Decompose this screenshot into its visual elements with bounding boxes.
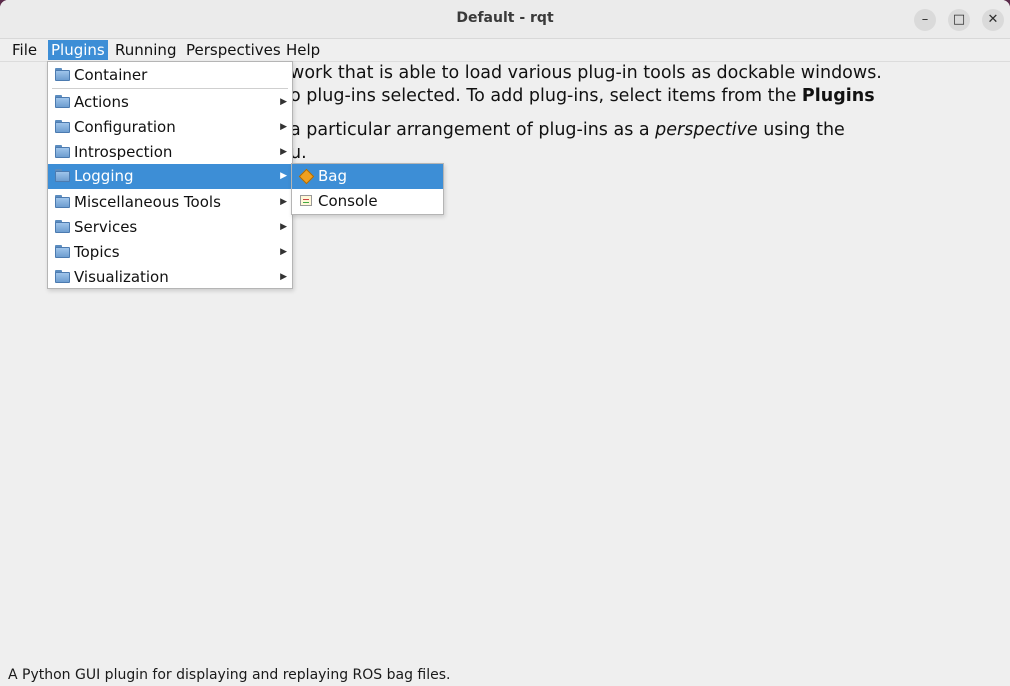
logging-submenu: Bag Console [291, 163, 444, 215]
menu-plugins[interactable]: Plugins [48, 40, 108, 60]
logging-menu-item-bag[interactable]: Bag [292, 164, 443, 189]
folder-icon [55, 95, 70, 108]
plugins-menu-item-actions[interactable]: Actions ▶ [48, 90, 292, 114]
maximize-button[interactable]: □ [948, 9, 970, 31]
plugins-menu-item-miscellaneous-tools[interactable]: Miscellaneous Tools ▶ [48, 190, 292, 214]
submenu-arrow-icon: ▶ [280, 272, 287, 282]
title-bar[interactable]: Default - rqt – □ ✕ [0, 0, 1010, 39]
plugins-menu-item-visualization[interactable]: Visualization ▶ [48, 265, 292, 289]
menu-help[interactable]: Help [283, 40, 323, 60]
plugins-menu-item-logging[interactable]: Logging ▶ [48, 164, 292, 189]
submenu-arrow-icon: ▶ [280, 147, 287, 157]
folder-icon [55, 270, 70, 283]
plugins-menu-item-topics[interactable]: Topics ▶ [48, 240, 292, 264]
menu-bar: File Plugins Running Perspectives Help [0, 39, 1010, 62]
folder-icon [55, 120, 70, 133]
plugins-menu-item-introspection[interactable]: Introspection ▶ [48, 140, 292, 164]
folder-icon [55, 68, 70, 81]
submenu-arrow-icon: ▶ [280, 197, 287, 207]
close-button[interactable]: ✕ [982, 9, 1004, 31]
plugins-menu-item-services[interactable]: Services ▶ [48, 215, 292, 239]
rqt-window: Default - rqt – □ ✕ File Plugins Running… [0, 0, 1010, 686]
plugins-menu-item-configuration[interactable]: Configuration ▶ [48, 115, 292, 139]
submenu-arrow-icon: ▶ [280, 97, 287, 107]
submenu-arrow-icon: ▶ [280, 122, 287, 132]
bag-icon [298, 168, 315, 185]
folder-icon [55, 145, 70, 158]
window-title: Default - rqt [456, 10, 554, 26]
console-icon [300, 195, 312, 206]
description-line-5: u. [290, 142, 307, 163]
plugins-menu-item-container[interactable]: Container [48, 63, 292, 87]
menu-file[interactable]: File [9, 40, 40, 60]
status-bar: A Python GUI plugin for displaying and r… [0, 664, 1010, 686]
status-text: A Python GUI plugin for displaying and r… [8, 667, 451, 683]
description-line-2: y no plug-ins selected. To add plug-ins,… [263, 85, 875, 106]
description-line-4: a particular arrangement of plug-ins as … [290, 120, 845, 140]
folder-icon [55, 220, 70, 233]
minimize-button[interactable]: – [914, 9, 936, 31]
logging-menu-item-console[interactable]: Console [292, 189, 443, 213]
submenu-arrow-icon: ▶ [280, 247, 287, 257]
menu-running[interactable]: Running [112, 40, 179, 60]
description-line-1: work that is able to load various plug-i… [290, 63, 882, 83]
menu-separator [52, 88, 288, 89]
folder-icon [55, 245, 70, 258]
plugins-dropdown-menu: Container Actions ▶ Configuration ▶ Intr… [47, 61, 293, 289]
submenu-arrow-icon: ▶ [280, 171, 287, 181]
folder-icon [55, 195, 70, 208]
folder-icon [55, 169, 70, 182]
menu-perspectives[interactable]: Perspectives [183, 40, 284, 60]
submenu-arrow-icon: ▶ [280, 222, 287, 232]
